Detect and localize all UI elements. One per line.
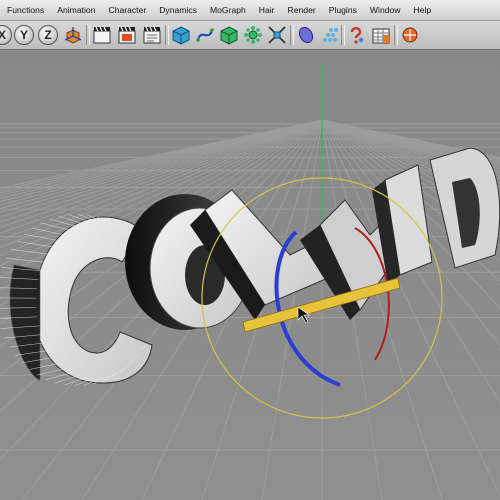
- menu-hair[interactable]: Hair: [252, 5, 281, 15]
- 3d-viewport[interactable]: [0, 50, 500, 500]
- main-toolbar: X Y Z: [0, 21, 500, 50]
- render-settings-button[interactable]: [141, 24, 163, 46]
- spline-pen-button[interactable]: [194, 24, 216, 46]
- toolbar-separator: [394, 25, 398, 45]
- menu-render[interactable]: Render: [281, 5, 322, 15]
- coordinate-system-icon: [64, 27, 82, 44]
- environment-sphere-icon: [298, 26, 314, 44]
- menu-plugins[interactable]: Plugins: [322, 5, 363, 15]
- array-modeling-button[interactable]: [242, 24, 264, 46]
- toolbar-separator: [86, 25, 90, 45]
- render-settings-icon: [143, 26, 161, 44]
- menu-bar: Functions Animation Character Dynamics M…: [0, 0, 500, 21]
- mograph-cloner-button[interactable]: [319, 24, 341, 46]
- axis-z-label: Z: [44, 28, 52, 42]
- cube-primitive-button[interactable]: [170, 24, 192, 46]
- axis-x-label: X: [0, 28, 6, 42]
- menu-character[interactable]: Character: [101, 5, 152, 15]
- nurbs-generator-icon: [220, 26, 238, 45]
- python-tag-icon: [350, 27, 364, 44]
- environment-sphere-button[interactable]: [295, 24, 317, 46]
- menu-help[interactable]: Help: [407, 5, 438, 15]
- lock-x-axis-button[interactable]: X: [0, 25, 12, 45]
- floor-object-icon: [402, 27, 418, 43]
- menu-window[interactable]: Window: [363, 5, 407, 15]
- cube-primitive-icon: [172, 26, 190, 45]
- python-tag-button[interactable]: [345, 24, 367, 46]
- render-view-button[interactable]: [91, 24, 113, 46]
- axis-y-label: Y: [19, 28, 28, 42]
- array-modeling-icon: [244, 26, 262, 44]
- menu-functions[interactable]: Functions: [0, 5, 50, 15]
- deformer-icon: [268, 26, 286, 44]
- menu-dynamics[interactable]: Dynamics: [152, 5, 203, 15]
- deformer-button[interactable]: [266, 24, 288, 46]
- render-picture-viewer-button[interactable]: [116, 24, 138, 46]
- menu-mograph[interactable]: MoGraph: [203, 5, 252, 15]
- coordinate-system-button[interactable]: [62, 24, 84, 46]
- lock-y-axis-button[interactable]: Y: [14, 25, 34, 45]
- toolbar-separator: [165, 25, 169, 45]
- layer-browser-button[interactable]: [370, 24, 392, 46]
- floor-object-button[interactable]: [399, 24, 421, 46]
- render-view-icon: [93, 26, 111, 44]
- render-picture-viewer-icon: [118, 26, 136, 44]
- layer-browser-icon: [372, 28, 390, 44]
- menu-animation[interactable]: Animation: [50, 5, 101, 15]
- viewport-canvas[interactable]: [0, 50, 500, 500]
- nurbs-generator-button[interactable]: [218, 24, 240, 46]
- spline-pen-icon: [196, 28, 214, 42]
- lock-z-axis-button[interactable]: Z: [38, 25, 58, 45]
- mograph-cloner-icon: [323, 28, 338, 42]
- toolbar-separator: [290, 25, 294, 45]
